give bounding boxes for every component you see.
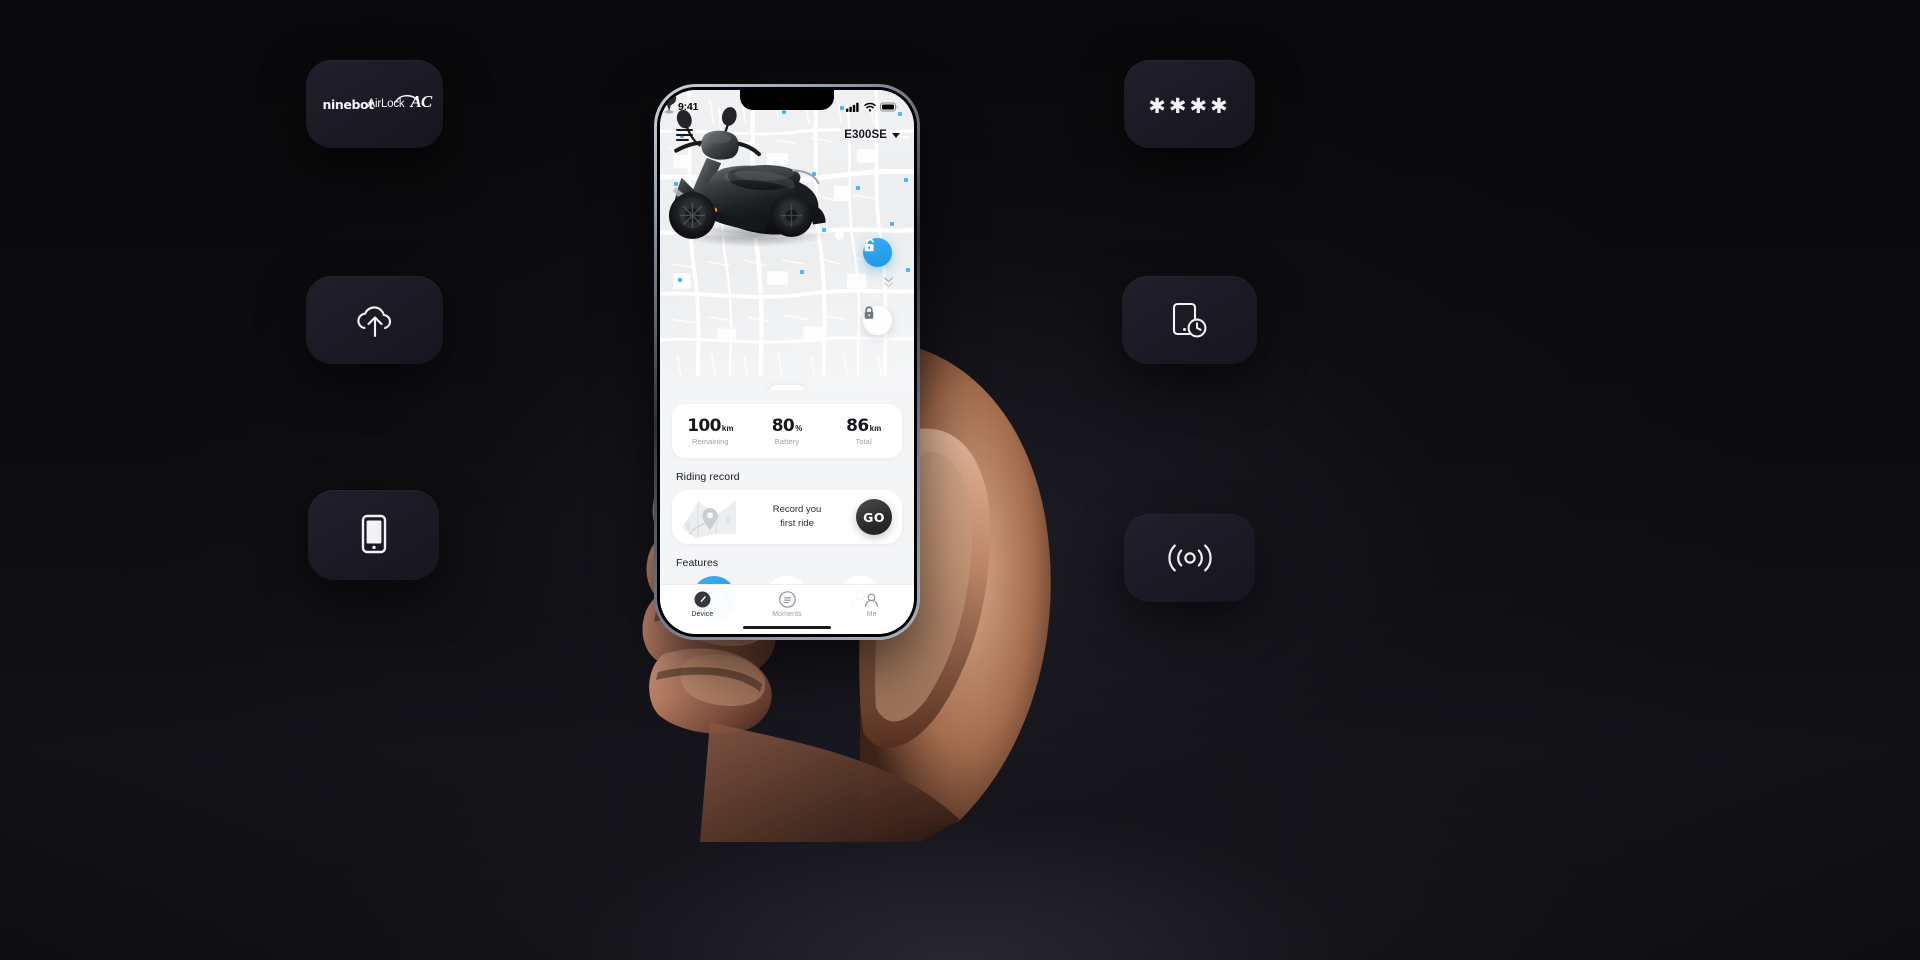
model-label: E300SE [844,129,887,141]
tab-me[interactable]: Me [829,590,914,618]
tab-label: Moments [772,611,802,618]
asterisk-password-icon: ✱✱✱✱ [1148,94,1231,118]
stat-unit: km [721,424,734,433]
status-time: 9:41 [678,101,699,113]
features-title: Features [676,557,719,569]
map-poi-dot [890,222,894,226]
model-selector[interactable]: E300SE [844,129,900,141]
expand-handle[interactable] [768,385,806,390]
stat-battery: 80 % Battery [749,416,826,446]
ninebot-airlock-ac-logo: ninebot AirLock AC [306,60,443,148]
unlock-icon [864,238,874,252]
riding-record-title: Riding record [676,471,740,483]
menu-button[interactable] [676,128,693,142]
logo-brand-text: ninebot [322,97,375,112]
stat-unit: % [795,424,803,433]
phone-clock-icon [1172,302,1206,338]
phone-mockup: 9:41 E300SE 100 km Remaining 80 % Batter… [654,84,920,640]
tab-label: Device [691,611,714,618]
phone-screen: 9:41 E300SE 100 km Remaining 80 % Batter… [660,90,914,634]
stat-value: 80 [771,416,795,436]
stats-card: 100 km Remaining 80 % Battery 86 km Tota… [672,404,902,458]
stat-label: Total [855,437,872,446]
home-indicator [743,625,831,629]
smartphone-badge [308,490,439,580]
map-view[interactable]: E300SE [660,90,914,390]
stat-label: Remaining [691,437,729,446]
password-badge: ✱✱✱✱ [1124,60,1255,148]
go-button[interactable]: GO [856,499,892,535]
lock-button[interactable] [863,306,892,335]
smartphone-icon [361,514,386,554]
record-message-line1: Record you [772,504,822,516]
signal-icon [846,102,859,112]
double-chevron-down-icon [883,277,894,288]
stat-unit: km [869,424,882,433]
map-poi-dot [800,270,804,274]
cloud-upload-icon [356,306,391,338]
record-message-line2: first ride [780,518,814,529]
tab-label: Me [866,611,877,618]
record-message: Record you first ride [742,503,856,531]
stat-value: 86 [846,416,869,436]
route-map-icon [682,500,736,538]
phone-notch [740,90,834,110]
map-top-bar: E300SE [660,118,914,152]
chevron-down-icon [892,132,900,138]
map-poi-dot [856,186,860,190]
unlock-button[interactable] [863,238,892,267]
map-poi-dot [678,278,682,282]
stat-total: 86 km Total [825,416,902,446]
battery-icon [880,102,898,112]
map-poi-dot [904,178,908,182]
riding-record-card[interactable]: Record you first ride GO [672,490,902,544]
lock-icon [864,306,874,319]
phone-timer-badge [1122,276,1257,364]
stat-label: Battery [774,437,800,446]
record-illustration [676,494,742,540]
list-circle-icon [778,590,796,608]
map-poi-dot [906,268,910,272]
rf-signal-badge [1124,514,1255,602]
tab-device[interactable]: Device [660,590,745,618]
stat-value: 100 [687,416,721,436]
cloud-upload-badge [306,276,443,364]
logo-ac-mark: AC [410,92,433,111]
person-icon [863,590,880,608]
tab-moments[interactable]: Moments [745,590,830,618]
stat-remaining: 100 km Remaining [672,416,749,446]
speedometer-icon [694,590,711,608]
broadcast-signal-icon [1167,544,1212,572]
wifi-icon [864,102,876,112]
